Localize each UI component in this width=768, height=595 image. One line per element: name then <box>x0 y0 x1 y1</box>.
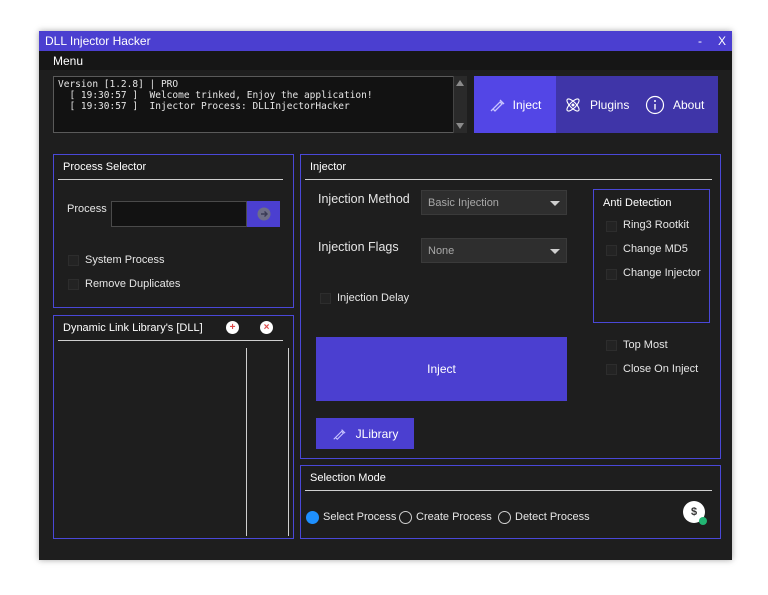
system-process-checkbox[interactable] <box>68 255 79 266</box>
log-scrollbar[interactable] <box>453 76 467 133</box>
injection-method-label: Injection Method <box>318 192 410 206</box>
menu-bar: Menu <box>39 51 732 70</box>
panel-title: Process Selector <box>63 161 147 173</box>
change-md5-checkbox[interactable] <box>606 245 617 256</box>
divider <box>305 490 712 491</box>
menu-item[interactable]: Menu <box>53 54 83 68</box>
scroll-down-icon[interactable] <box>456 123 464 129</box>
divider <box>305 179 712 180</box>
tab-about-label: About <box>673 97 705 112</box>
window-title: DLL Injector Hacker <box>45 34 151 48</box>
nav-bar: Inject Plugins About <box>474 76 718 133</box>
injection-method-select[interactable]: Basic Injection <box>421 190 567 215</box>
injector-panel: Injector Injection Method Basic Injectio… <box>300 154 721 459</box>
tab-about[interactable]: About <box>645 76 704 133</box>
divider <box>58 179 283 180</box>
close-on-inject-label: Close On Inject <box>623 363 699 375</box>
panel-title: Dynamic Link Library's [DLL] <box>63 322 203 334</box>
change-injector-label: Change Injector <box>623 267 701 279</box>
app-window: DLL Injector Hacker - X Menu Version [1.… <box>39 31 732 560</box>
panel-title: Injector <box>310 161 347 173</box>
list-scrollbar[interactable] <box>288 348 289 536</box>
dll-panel: Dynamic Link Library's [DLL] + × <box>53 315 294 539</box>
remove-dll-button[interactable]: × <box>260 321 273 334</box>
change-md5-label: Change MD5 <box>623 243 688 255</box>
remove-duplicates-checkbox[interactable] <box>68 279 79 290</box>
process-browse-button[interactable] <box>247 201 280 227</box>
selection-mode-panel: Selection Mode Select Process Create Pro… <box>300 465 721 539</box>
log-line: Version [1.2.8] | PRO <box>58 79 179 90</box>
change-injector-checkbox[interactable] <box>606 269 617 280</box>
scroll-up-icon[interactable] <box>456 80 464 86</box>
syringe-icon <box>490 99 505 112</box>
log-output: Version [1.2.8] | PRO [ 19:30:57 ] Welco… <box>53 76 467 133</box>
process-label: Process <box>67 203 107 215</box>
panel-title: Anti Detection <box>603 197 672 209</box>
injection-delay-checkbox[interactable] <box>320 293 331 304</box>
jlibrary-button[interactable]: JLibrary <box>316 418 414 449</box>
add-dll-button[interactable]: + <box>226 321 239 334</box>
tab-inject[interactable]: Inject <box>474 76 556 133</box>
divider <box>58 340 283 341</box>
atom-icon <box>566 97 580 112</box>
syringe-icon <box>333 428 346 440</box>
plus-icon: + <box>229 322 236 333</box>
detect-process-label: Detect Process <box>515 511 590 523</box>
detect-process-radio[interactable] <box>498 511 511 524</box>
process-input[interactable] <box>111 201 247 227</box>
jlibrary-label: JLibrary <box>355 426 399 441</box>
chevron-down-icon <box>550 201 560 206</box>
anti-detection-panel: Anti Detection Ring3 Rootkit Change MD5 … <box>593 189 710 323</box>
injection-flags-value: None <box>428 245 455 257</box>
create-process-radio[interactable] <box>399 511 412 524</box>
create-process-label: Create Process <box>416 511 492 523</box>
info-icon <box>645 95 665 114</box>
injection-method-value: Basic Injection <box>428 197 499 209</box>
close-on-inject-checkbox[interactable] <box>606 364 617 375</box>
select-process-label: Select Process <box>323 511 397 523</box>
online-indicator-icon <box>699 517 707 525</box>
title-bar: DLL Injector Hacker - X <box>39 31 732 51</box>
tab-plugins[interactable]: Plugins <box>564 76 629 133</box>
process-selector-panel: Process Selector Process System Process … <box>53 154 294 308</box>
dollar-icon: $ <box>690 506 698 518</box>
close-button[interactable]: X <box>718 34 726 48</box>
remove-duplicates-label: Remove Duplicates <box>85 278 181 290</box>
select-process-radio[interactable] <box>306 511 319 524</box>
chevron-down-icon <box>550 249 560 254</box>
tab-inject-label: Inject <box>512 97 542 112</box>
close-icon: × <box>263 322 270 333</box>
minimize-button[interactable]: - <box>698 34 702 48</box>
top-most-checkbox[interactable] <box>606 340 617 351</box>
log-line: [ 19:30:57 ] Injector Process: DLLInject… <box>58 101 350 112</box>
injection-flags-label: Injection Flags <box>318 240 399 254</box>
top-most-label: Top Most <box>623 339 668 351</box>
injection-delay-label: Injection Delay <box>337 292 410 304</box>
injection-flags-select[interactable]: None <box>421 238 567 263</box>
inject-button[interactable]: Inject <box>316 337 567 401</box>
ring3-rootkit-checkbox[interactable] <box>606 221 617 232</box>
system-process-label: System Process <box>85 254 165 266</box>
panel-title: Selection Mode <box>310 472 386 484</box>
ring3-rootkit-label: Ring3 Rootkit <box>623 219 690 231</box>
arrow-circle-icon <box>257 207 270 221</box>
log-line: [ 19:30:57 ] Welcome trinked, Enjoy the … <box>58 90 373 101</box>
tab-plugins-label: Plugins <box>590 97 630 112</box>
column-divider <box>246 348 247 536</box>
